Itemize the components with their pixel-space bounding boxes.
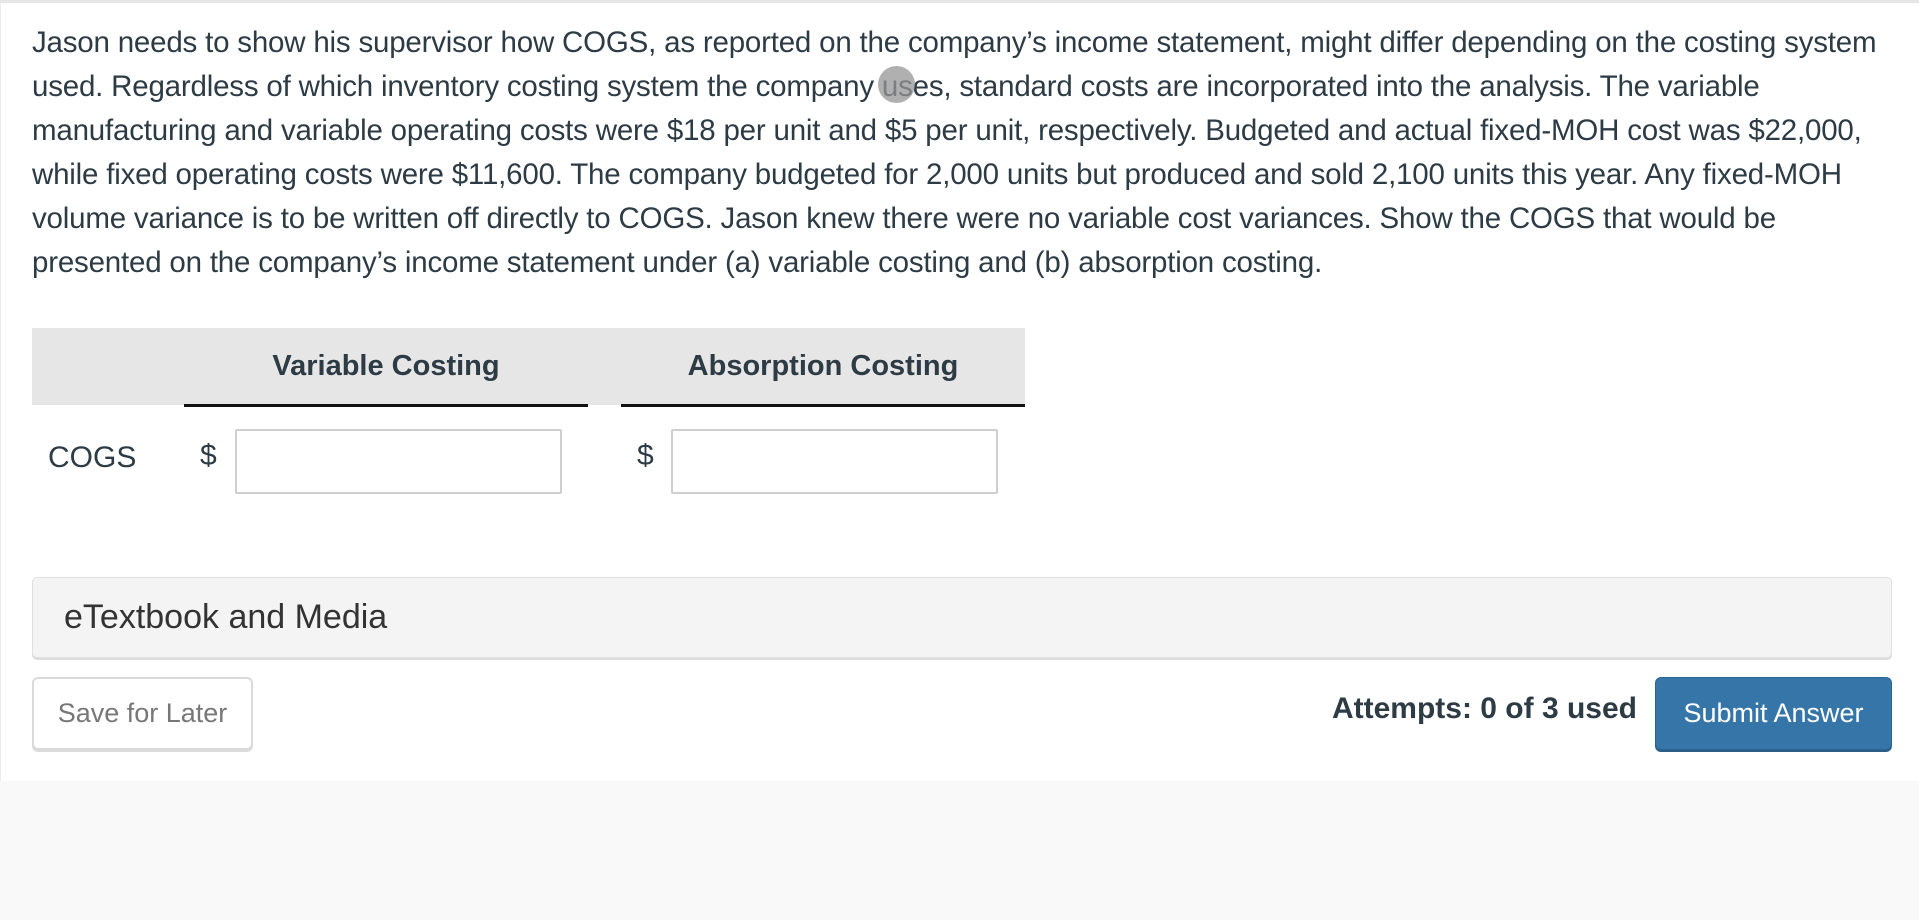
- question-text: Jason needs to show his supervisor how C…: [32, 26, 1877, 279]
- currency-symbol-absorption: $: [637, 439, 654, 472]
- etextbook-media-label: eTextbook and Media: [64, 598, 388, 636]
- attempts-counter: Attempts: 0 of 3 used: [1331, 692, 1637, 725]
- question-card: Jason needs to show his supervisor how C…: [0, 3, 1919, 781]
- cogs-absorption-costing-input[interactable]: [671, 429, 998, 494]
- submit-answer-button[interactable]: Submit Answer: [1655, 677, 1892, 750]
- etextbook-media-panel[interactable]: eTextbook and Media: [32, 577, 1892, 658]
- column-header-absorption-costing: Absorption Costing: [687, 350, 959, 382]
- currency-symbol-variable: $: [200, 439, 217, 472]
- row-label-cogs: COGS: [48, 441, 137, 474]
- column-underline-variable: [184, 404, 588, 407]
- column-header-variable-costing: Variable Costing: [272, 350, 500, 382]
- cogs-variable-costing-input[interactable]: [235, 429, 562, 494]
- save-for-later-button[interactable]: Save for Later: [32, 677, 253, 750]
- column-underline-absorption: [621, 404, 1025, 407]
- mouse-cursor-indicator: [878, 66, 915, 103]
- answer-grid-header: Variable Costing Absorption Costing: [32, 328, 1025, 405]
